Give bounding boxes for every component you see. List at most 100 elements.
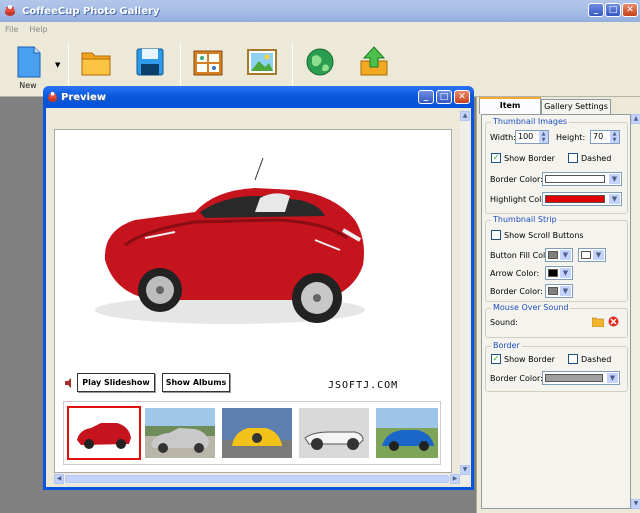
speaker-muted-icon[interactable] [65, 378, 73, 388]
preview-horizontal-scrollbar[interactable]: ◀ ▶ [54, 474, 460, 484]
color-swatch [545, 374, 603, 382]
theme-button[interactable] [242, 45, 282, 79]
spinner-arrows-icon[interactable]: ▲ ▼ [539, 131, 548, 143]
thumbnail[interactable] [299, 408, 369, 458]
albums-button[interactable] [188, 45, 228, 79]
border-border-color-picker[interactable]: ▼ [542, 371, 620, 385]
maximize-button[interactable]: □ [605, 3, 621, 17]
app-title: CoffeeCup Photo Gallery [22, 5, 160, 17]
upload-button[interactable] [354, 45, 394, 79]
preview-vertical-scrollbar[interactable]: ▲ ▼ [460, 111, 470, 485]
thumbnail[interactable] [67, 406, 141, 460]
show-albums-button[interactable]: Show Albums [162, 373, 230, 392]
chevron-down-icon[interactable]: ▼ [609, 194, 620, 204]
menu-bar: File Help [0, 22, 640, 37]
button-fill-color2-picker[interactable]: ▼ [578, 248, 606, 262]
new-file-icon [17, 46, 41, 78]
border-color-label: Border Color: [490, 175, 543, 184]
highlight-color-picker[interactable]: ▼ [542, 192, 622, 206]
clear-sound-icon[interactable] [608, 316, 619, 327]
play-slideshow-button[interactable]: Play Slideshow [77, 373, 155, 392]
chevron-down-icon[interactable]: ▼ [560, 268, 571, 278]
show-scroll-buttons-checkbox[interactable] [491, 230, 501, 240]
main-photo[interactable] [85, 150, 375, 330]
toolbar-separator [68, 43, 69, 87]
chevron-down-icon[interactable]: ▼ [560, 286, 571, 296]
width-value: 100 [518, 132, 534, 141]
watermark-text: JSOFTJ.COM [328, 380, 399, 391]
width-spinner[interactable]: 100 ▲ ▼ [515, 130, 549, 144]
menu-file[interactable]: File [5, 22, 18, 37]
width-label: Width: [490, 133, 516, 142]
thumbnail[interactable] [145, 408, 215, 458]
thumbnail-strip [63, 401, 441, 465]
scroll-thumb[interactable] [65, 475, 449, 483]
theme-image-icon [247, 49, 277, 75]
chevron-down-icon[interactable]: ▼ [593, 250, 604, 260]
menu-help[interactable]: Help [29, 22, 47, 37]
height-spinner[interactable]: 70 ▲ ▼ [590, 130, 620, 144]
gallery-canvas: JSOFTJ.COM Play Slideshow Show Albums [54, 129, 452, 473]
arrow-color-picker[interactable]: ▼ [545, 266, 573, 280]
section-title: Thumbnail Strip [491, 215, 559, 224]
preview-button[interactable] [300, 45, 340, 79]
upload-icon [360, 46, 388, 76]
browse-folder-icon[interactable] [592, 316, 604, 327]
save-button[interactable] [130, 45, 170, 79]
color-swatch [548, 287, 558, 295]
albums-icon [193, 50, 223, 76]
tab-gallery-settings[interactable]: Gallery Settings [541, 99, 611, 114]
tab-item-settings[interactable]: Item Settings [479, 97, 541, 123]
preview-window: Preview _ □ ✕ JSOFTJ.COM Play Slideshow … [43, 86, 474, 490]
strip-border-color-picker[interactable]: ▼ [545, 284, 573, 298]
dashed-checkbox[interactable] [568, 153, 578, 163]
thumbnail[interactable] [222, 408, 292, 458]
thumbnail-strip-section: Thumbnail Strip Show Scroll Buttons Butt… [485, 215, 628, 302]
border-color-picker[interactable]: ▼ [542, 172, 622, 186]
toolbar-separator [180, 43, 181, 87]
new-button-label: New [19, 81, 37, 90]
border-show-border-checkbox[interactable]: ✓ [491, 354, 501, 364]
chevron-down-icon[interactable]: ▼ [609, 174, 620, 184]
thumbnail-image [299, 408, 369, 458]
new-button[interactable]: New [8, 45, 48, 90]
show-border-checkbox[interactable]: ✓ [491, 153, 501, 163]
thumbnail-images-section: Thumbnail Images Width: 100 ▲ ▼ Height: 70… [485, 117, 628, 214]
button-fill-color-picker[interactable]: ▼ [545, 248, 573, 262]
coffeecup-app-icon [47, 91, 58, 103]
spinner-arrows-icon[interactable]: ▲ ▼ [610, 131, 619, 143]
scroll-down-icon[interactable]: ▼ [631, 499, 640, 509]
settings-panel: Item Settings Gallery Settings Thumbnail… [476, 97, 640, 513]
scroll-down-icon[interactable]: ▼ [460, 465, 470, 475]
section-title: Border [491, 341, 522, 350]
color-swatch [548, 269, 558, 277]
chevron-down-icon[interactable]: ▼ [607, 373, 618, 383]
scroll-right-icon[interactable]: ▶ [450, 474, 460, 484]
preview-title-bar: Preview _ □ ✕ [43, 86, 474, 108]
color-swatch [545, 175, 605, 183]
new-dropdown-arrow-icon[interactable]: ▼ [55, 61, 60, 69]
close-button[interactable]: ✕ [622, 3, 638, 17]
thumbnail[interactable] [376, 408, 438, 458]
preview-minimize-button[interactable]: _ [418, 90, 434, 104]
scroll-left-icon[interactable]: ◀ [54, 474, 64, 484]
open-button[interactable] [76, 45, 116, 79]
border-show-border-label: Show Border [504, 355, 555, 364]
dashed-label: Dashed [581, 154, 612, 163]
panel-scrollbar[interactable]: ▲ ▼ [631, 114, 640, 509]
border-dashed-checkbox[interactable] [568, 354, 578, 364]
height-value: 70 [593, 132, 604, 141]
minimize-button[interactable]: _ [588, 3, 604, 17]
open-folder-icon [81, 52, 111, 76]
strip-border-color-label: Border Color: [490, 287, 543, 296]
preview-close-button[interactable]: ✕ [454, 90, 470, 104]
chevron-down-icon[interactable]: ▼ [560, 250, 571, 260]
scroll-up-icon[interactable]: ▲ [631, 114, 640, 124]
settings-body: Thumbnail Images Width: 100 ▲ ▼ Height: 70… [481, 114, 631, 509]
scroll-up-icon[interactable]: ▲ [460, 111, 470, 121]
coffeecup-app-icon [5, 5, 15, 16]
section-title: Mouse Over Sound [491, 303, 571, 312]
preview-maximize-button[interactable]: □ [436, 90, 452, 104]
thumbnail-image [69, 408, 139, 458]
height-label: Height: [556, 133, 586, 142]
